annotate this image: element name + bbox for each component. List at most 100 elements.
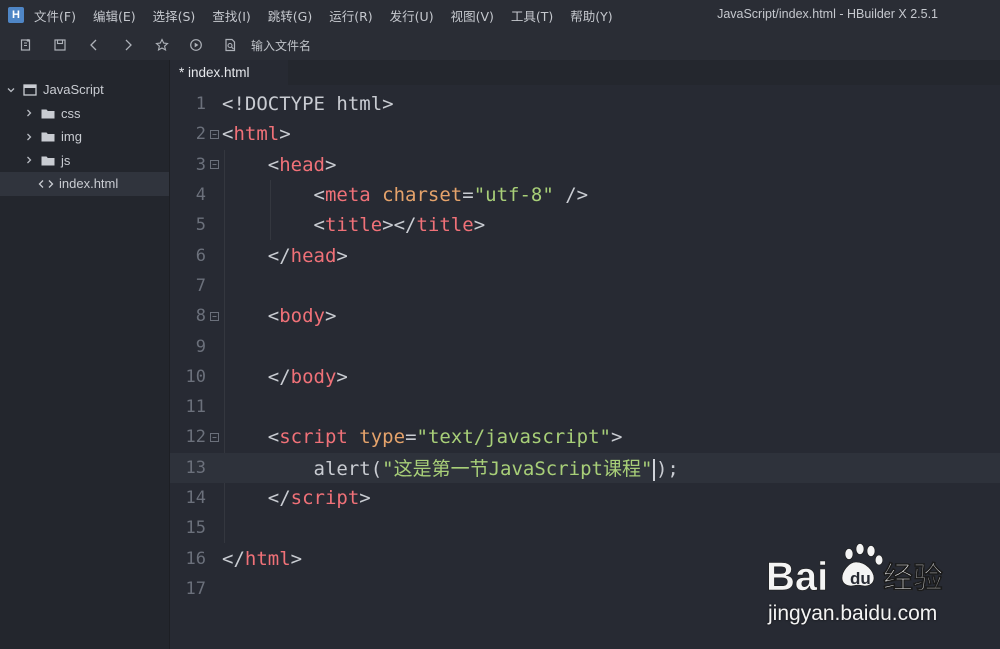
- back-button[interactable]: [77, 33, 111, 57]
- code-token-tag: body: [279, 305, 325, 328]
- new-file-icon: [20, 39, 31, 51]
- project-explorer: JavaScript css img js index.html: [0, 60, 170, 649]
- code-line[interactable]: 9: [170, 331, 1000, 361]
- code-token-punc: </: [222, 487, 291, 510]
- chevron-right-icon[interactable]: [24, 155, 34, 165]
- menu-tools[interactable]: 工具(T): [511, 6, 553, 25]
- tab-label: * index.html: [179, 65, 250, 80]
- watermark-url: jingyan.baidu.com: [768, 602, 938, 625]
- file-search-input[interactable]: 输入文件名: [251, 37, 311, 54]
- fold-toggle-icon[interactable]: [206, 311, 222, 321]
- code-text: </html>: [222, 548, 302, 570]
- code-token-punc: (: [370, 458, 383, 481]
- code-token-tag: script: [290, 487, 360, 510]
- code-token-punc: >: [290, 547, 303, 570]
- editor-tab-bar: * index.html: [170, 60, 1000, 85]
- code-token-punc: >: [610, 426, 623, 449]
- code-line[interactable]: 6 </head>: [170, 241, 1000, 271]
- code-text: </head>: [222, 245, 348, 267]
- code-line[interactable]: 3 <head>: [170, 150, 1000, 180]
- code-line[interactable]: 12 <script type="text/javascript">: [170, 422, 1000, 452]
- code-line[interactable]: 4 <meta charset="utf-8" />: [170, 180, 1000, 210]
- browser-preview-button[interactable]: [213, 33, 247, 57]
- menu-run[interactable]: 运行(R): [329, 6, 372, 25]
- tab-index-html[interactable]: * index.html: [170, 60, 288, 85]
- menu-help[interactable]: 帮助(Y): [570, 6, 612, 25]
- forward-button[interactable]: [111, 33, 145, 57]
- code-token-tag: head: [279, 153, 325, 176]
- code-token-punc: >: [336, 365, 348, 388]
- star-icon: [155, 38, 169, 51]
- code-token-punc: >: [324, 153, 337, 176]
- chevron-right-icon[interactable]: [24, 132, 34, 142]
- code-token-punc: [222, 458, 314, 480]
- window-title: JavaScript/index.html - HBuilder X 2.5.1: [717, 7, 938, 21]
- hbuilder-logo-icon[interactable]: H: [8, 7, 24, 23]
- code-line[interactable]: 5 <title></title>: [170, 210, 1000, 240]
- line-number: 7: [195, 275, 206, 296]
- line-number: 12: [185, 427, 206, 448]
- code-token-punc: =: [462, 184, 474, 207]
- code-line[interactable]: 8 <body>: [170, 301, 1000, 331]
- fold-toggle-icon[interactable]: [206, 129, 222, 139]
- line-number: 6: [195, 245, 206, 266]
- code-token-tag: title: [324, 214, 383, 237]
- code-token-punc: <: [222, 153, 280, 176]
- code-line[interactable]: 10 </body>: [170, 362, 1000, 392]
- code-line[interactable]: 2 <html>: [170, 119, 1000, 149]
- menu-select[interactable]: 选择(S): [153, 6, 196, 25]
- fold-toggle-icon[interactable]: [206, 432, 222, 442]
- menu-goto[interactable]: 跳转(G): [268, 6, 312, 25]
- save-button[interactable]: [43, 33, 77, 57]
- code-line[interactable]: 11: [170, 392, 1000, 422]
- line-number: 2: [195, 124, 206, 145]
- fold-toggle-icon[interactable]: [206, 160, 222, 170]
- line-number: 11: [185, 397, 206, 418]
- favorite-button[interactable]: [145, 33, 179, 57]
- menu-find[interactable]: 查找(I): [212, 6, 250, 25]
- code-token-punc: [371, 184, 382, 206]
- menu-file[interactable]: 文件(F): [34, 6, 76, 25]
- code-token-attr: type: [359, 426, 406, 449]
- line-number: 5: [195, 215, 206, 236]
- line-number: 3: [195, 154, 206, 175]
- menu-publish[interactable]: 发行(U): [390, 6, 434, 25]
- chevron-down-icon[interactable]: [6, 85, 16, 95]
- tree-item-folder-js[interactable]: js: [0, 149, 169, 173]
- tree-item-folder-img[interactable]: img: [0, 125, 169, 149]
- save-icon: [54, 39, 66, 51]
- code-line[interactable]: 15: [170, 513, 1000, 543]
- tree-item-file-index-html[interactable]: index.html: [0, 172, 169, 196]
- run-icon: [190, 39, 202, 51]
- tree-item-folder-css[interactable]: css: [0, 102, 169, 126]
- chevron-right-icon[interactable]: [24, 108, 34, 118]
- line-number: 8: [195, 306, 206, 327]
- back-icon: [90, 39, 97, 51]
- tree-item-project-root[interactable]: JavaScript: [0, 78, 169, 102]
- new-file-button[interactable]: [9, 33, 43, 57]
- tree-item-label: img: [61, 129, 82, 145]
- menu-edit[interactable]: 编辑(E): [93, 6, 136, 25]
- code-line[interactable]: 13 alert("这是第一节JavaScript课程");: [170, 452, 1000, 483]
- code-token-punc: </: [222, 365, 291, 388]
- folder-icon: [40, 153, 56, 167]
- code-token-tag: title: [416, 214, 474, 237]
- svg-text:du: du: [850, 569, 871, 588]
- code-token-punc: <: [222, 214, 325, 237]
- code-text: <head>: [222, 153, 337, 176]
- folder-icon: [40, 130, 56, 144]
- tree-item-label: JavaScript: [43, 82, 104, 98]
- code-token-punc: >: [279, 123, 291, 146]
- svg-text:Bai: Bai: [766, 555, 828, 599]
- code-token-tag: body: [290, 365, 337, 388]
- code-token-punc: <: [222, 426, 280, 449]
- code-line[interactable]: 1 <!DOCTYPE html>: [170, 89, 1000, 119]
- code-line[interactable]: 14 </script>: [170, 483, 1000, 513]
- menu-bar: H 文件(F) 编辑(E) 选择(S) 查找(I) 跳转(G) 运行(R) 发行…: [0, 0, 1000, 30]
- run-button[interactable]: [179, 33, 213, 57]
- menu-view[interactable]: 视图(V): [451, 6, 494, 25]
- code-token-str: "utf-8": [473, 184, 554, 207]
- code-line[interactable]: 7: [170, 271, 1000, 301]
- line-number: 10: [185, 366, 206, 387]
- tree-item-label: js: [61, 152, 71, 168]
